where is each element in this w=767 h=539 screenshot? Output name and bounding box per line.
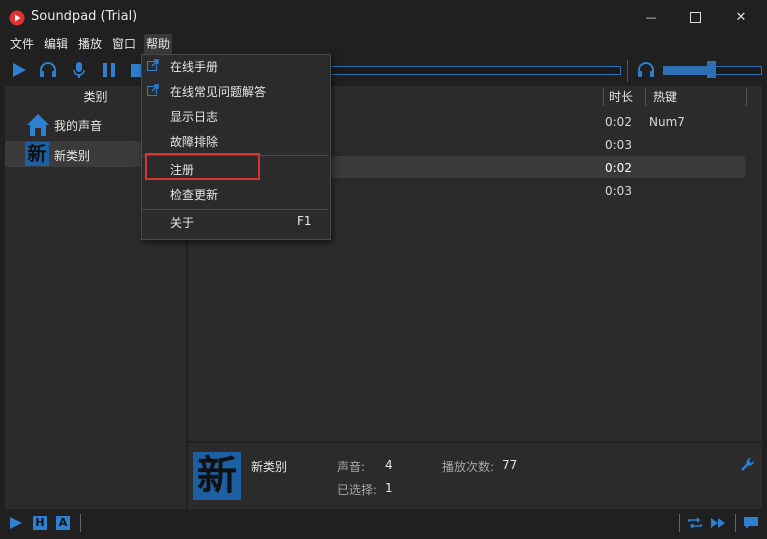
menu-edit[interactable]: 编辑: [42, 34, 70, 54]
repeat-icon[interactable]: [687, 515, 703, 531]
play-mode-icon[interactable]: [8, 515, 24, 531]
info-category-name: 新类别: [251, 460, 288, 474]
column-separator: [645, 88, 646, 106]
chat-icon[interactable]: [743, 515, 759, 531]
forward-icon[interactable]: [710, 515, 726, 531]
row-hotkey: Num7: [649, 115, 685, 129]
maximize-button[interactable]: [672, 0, 718, 34]
output-headphones-icon[interactable]: [636, 60, 656, 80]
info-plays-label: 播放次数:: [442, 460, 495, 474]
column-header-hotkey[interactable]: 热键: [653, 86, 677, 108]
menu-file[interactable]: 文件: [8, 34, 36, 54]
window-title: Soundpad (Trial): [31, 9, 138, 24]
category-new-icon: 新: [25, 142, 49, 166]
menu-item-shortcut: F1: [297, 214, 312, 228]
volume-slider-fill: [663, 66, 711, 75]
maximize-icon: [689, 11, 701, 23]
external-link-icon: [147, 84, 159, 96]
row-duration: 0:03: [605, 138, 632, 152]
minimize-icon: —: [645, 10, 657, 24]
info-sounds-label: 声音:: [337, 460, 366, 474]
info-selected-value: 1: [385, 481, 393, 495]
pause-icon[interactable]: [99, 60, 119, 80]
menu-item-label: 在线手册: [170, 60, 219, 74]
wrench-icon[interactable]: [739, 456, 756, 473]
row-duration: 0:02: [605, 161, 632, 175]
category-label: 新类别: [54, 149, 91, 163]
soundpad-logo-icon: [9, 10, 25, 26]
microphone-icon[interactable]: [69, 60, 89, 80]
row-duration: 0:03: [605, 184, 632, 198]
status-divider: [735, 514, 736, 532]
minimize-button[interactable]: —: [628, 0, 674, 34]
info-sounds-value: 4: [385, 458, 393, 472]
category-large-icon: 新: [193, 452, 241, 500]
annotation-highlight-box: [145, 153, 260, 180]
info-panel: [188, 443, 762, 509]
status-divider: [80, 514, 81, 532]
close-button[interactable]: ✕: [718, 0, 764, 34]
play-icon[interactable]: [9, 60, 29, 80]
close-icon: ✕: [735, 9, 747, 25]
row-duration: 0:02: [605, 115, 632, 129]
info-plays-value: 77: [502, 458, 518, 472]
menu-help[interactable]: 帮助: [144, 34, 173, 54]
h-icon[interactable]: H: [33, 516, 47, 530]
menu-item-label: 检查更新: [170, 188, 219, 202]
menu-play[interactable]: 播放: [76, 34, 104, 54]
playback-progress-bar[interactable]: [327, 66, 621, 75]
column-separator: [603, 88, 604, 106]
home-icon: [27, 114, 49, 136]
status-bar: [0, 510, 767, 539]
menu-item-label: 显示日志: [170, 110, 219, 124]
menu-item-label: 关于: [170, 216, 195, 230]
column-header-duration[interactable]: 时长: [609, 86, 633, 108]
menu-window[interactable]: 窗口: [110, 34, 138, 54]
status-divider: [679, 514, 680, 532]
column-separator: [746, 88, 747, 106]
headphones-icon[interactable]: [38, 60, 58, 80]
menu-item-label: 故障排除: [170, 135, 219, 149]
menu-item-label: 在线常见问题解答: [170, 85, 267, 99]
category-label: 我的声音: [54, 119, 103, 133]
toolbar-divider: [627, 60, 628, 82]
external-link-icon: [147, 59, 159, 71]
info-selected-label: 已选择:: [337, 483, 378, 497]
volume-slider-thumb[interactable]: [707, 61, 716, 78]
a-icon[interactable]: A: [56, 516, 70, 530]
